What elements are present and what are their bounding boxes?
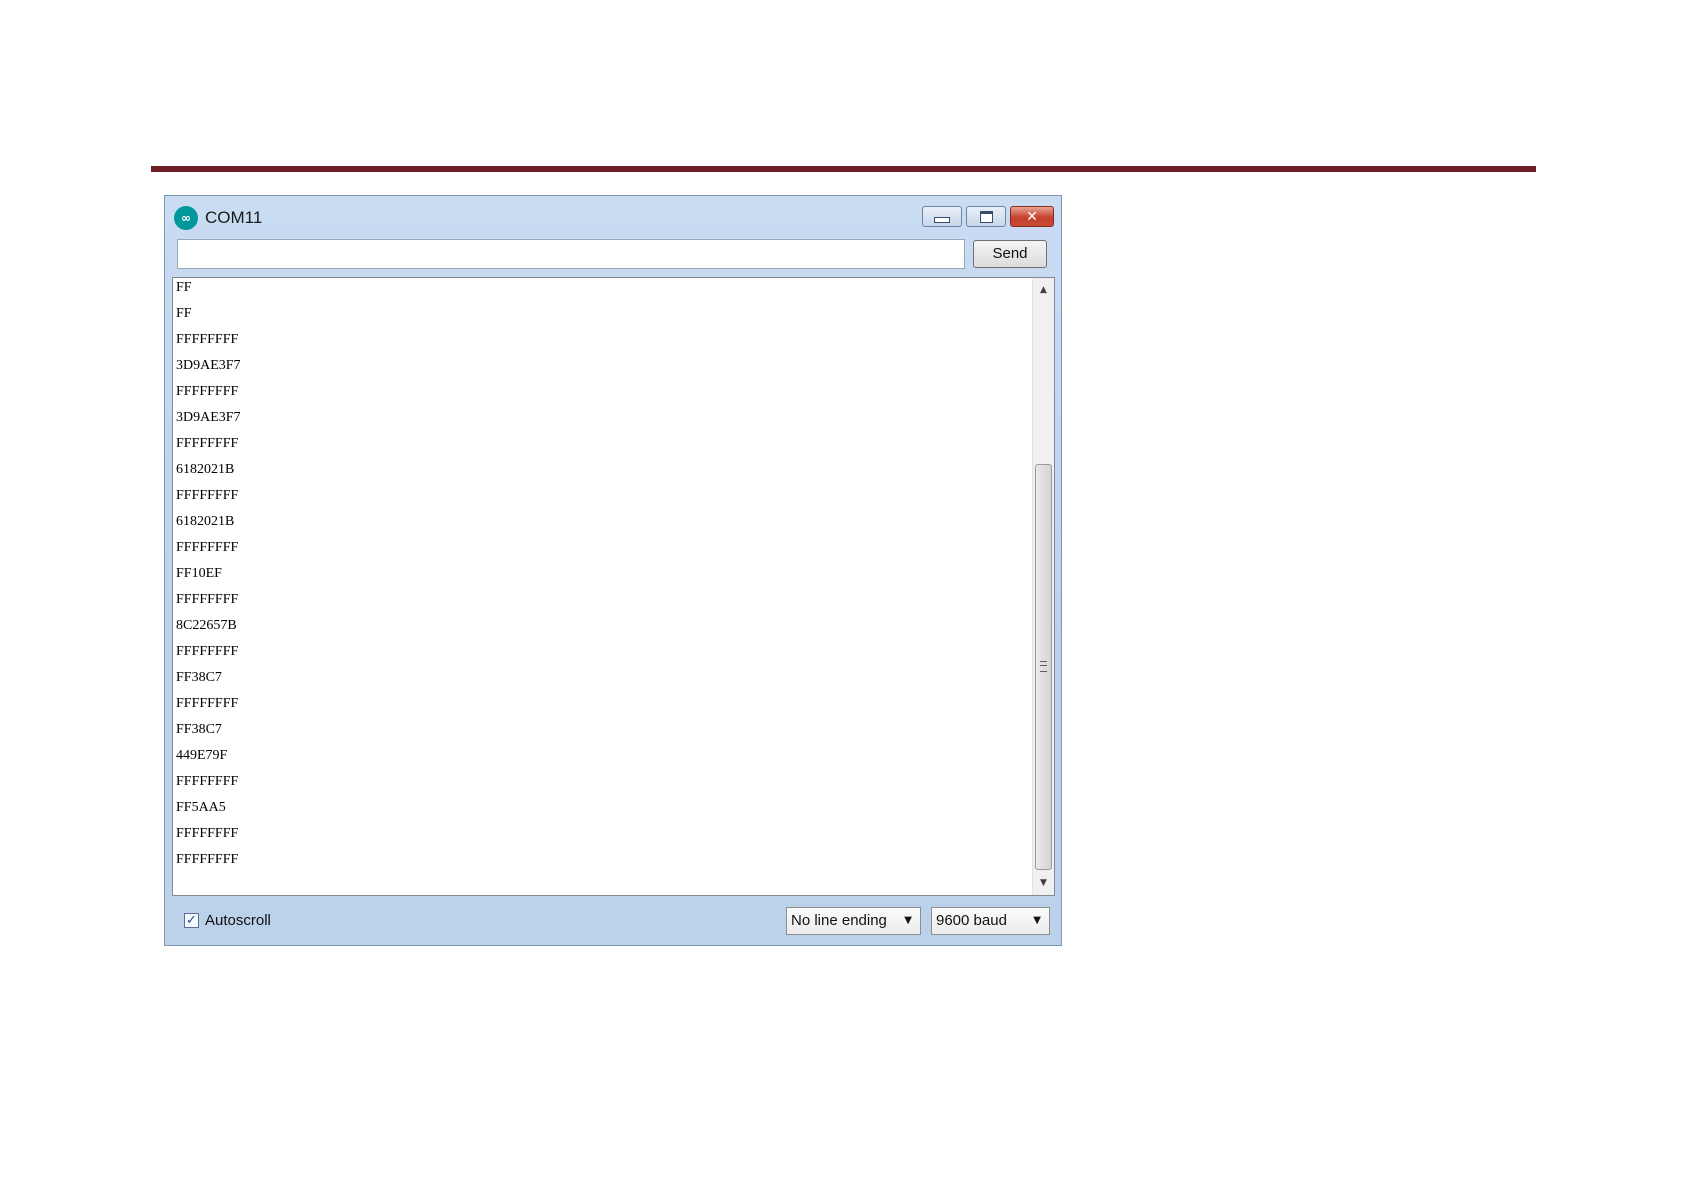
output-line: 6182021B — [176, 514, 235, 529]
output-line: 449E79F — [176, 748, 228, 763]
output-line: 6182021B — [176, 462, 235, 477]
close-button[interactable]: ✕ — [1010, 206, 1054, 227]
scroll-up-icon[interactable]: ▲ — [1033, 280, 1054, 300]
maximize-button[interactable] — [966, 206, 1006, 227]
output-line: FF5AA5 — [176, 800, 226, 815]
arduino-logo-icon: ∞ — [174, 206, 198, 230]
serial-send-input[interactable] — [177, 239, 965, 269]
output-line: FF38C7 — [176, 722, 222, 737]
output-line: 8C22657B — [176, 618, 237, 633]
chevron-down-icon: ▼ — [1033, 915, 1041, 926]
output-line: FFFFFFFF — [176, 384, 239, 399]
minimize-icon — [934, 216, 950, 223]
output-line: FFFFFFFF — [176, 644, 239, 659]
output-line: FF38C7 — [176, 670, 222, 685]
title-bar[interactable]: ∞ COM11 ✕ — [165, 196, 1061, 232]
scroll-down-icon[interactable]: ▼ — [1033, 873, 1054, 893]
scrollbar-thumb[interactable] — [1035, 464, 1052, 870]
close-icon: ✕ — [1026, 208, 1038, 225]
output-lines: FF FF FFFFFFFF 3D9AE3F7 FFFFFFFF 3D9AE3F7 FFFF… — [176, 278, 241, 876]
chevron-down-icon: ▼ — [904, 915, 912, 926]
autoscroll-label[interactable]: Autoscroll — [205, 912, 271, 929]
autoscroll-checkbox[interactable]: ✓ — [184, 913, 199, 928]
baud-rate-select[interactable]: 9600 baud ▼ — [931, 907, 1050, 935]
output-line: FF — [176, 280, 192, 295]
send-button[interactable]: Send — [973, 240, 1047, 268]
baud-rate-value: 9600 baud — [936, 912, 1007, 929]
output-line: FFFFFFFF — [176, 332, 239, 347]
output-line: FF10EF — [176, 566, 222, 581]
output-line: FF — [176, 306, 192, 321]
output-line: FFFFFFFF — [176, 826, 239, 841]
grip-icon — [1040, 661, 1047, 672]
output-line: FFFFFFFF — [176, 436, 239, 451]
line-ending-select[interactable]: No line ending ▼ — [786, 907, 921, 935]
serial-monitor-window: ∞ COM11 ✕ Send FF FF FFFFFFFF 3D9AE3F7 FFFFF… — [164, 195, 1062, 946]
vertical-scrollbar[interactable]: ▲ ▼ — [1032, 278, 1054, 895]
serial-output-area[interactable]: FF FF FFFFFFFF 3D9AE3F7 FFFFFFFF 3D9AE3F7 FFFF… — [172, 277, 1055, 896]
output-line: FFFFFFFF — [176, 852, 239, 867]
maximize-icon — [979, 210, 993, 223]
output-line: FFFFFFFF — [176, 592, 239, 607]
output-line: FFFFFFFF — [176, 774, 239, 789]
output-line: FFFFFFFF — [176, 696, 239, 711]
output-line: FFFFFFFF — [176, 540, 239, 555]
output-line: 3D9AE3F7 — [176, 410, 241, 425]
window-title: COM11 — [205, 208, 263, 227]
output-line: FFFFFFFF — [176, 488, 239, 503]
minimize-button[interactable] — [922, 206, 962, 227]
line-ending-value: No line ending — [791, 912, 887, 929]
output-line: 3D9AE3F7 — [176, 358, 241, 373]
status-bar: ✓ Autoscroll No line ending ▼ 9600 baud … — [165, 899, 1061, 945]
horizontal-rule — [151, 166, 1536, 172]
